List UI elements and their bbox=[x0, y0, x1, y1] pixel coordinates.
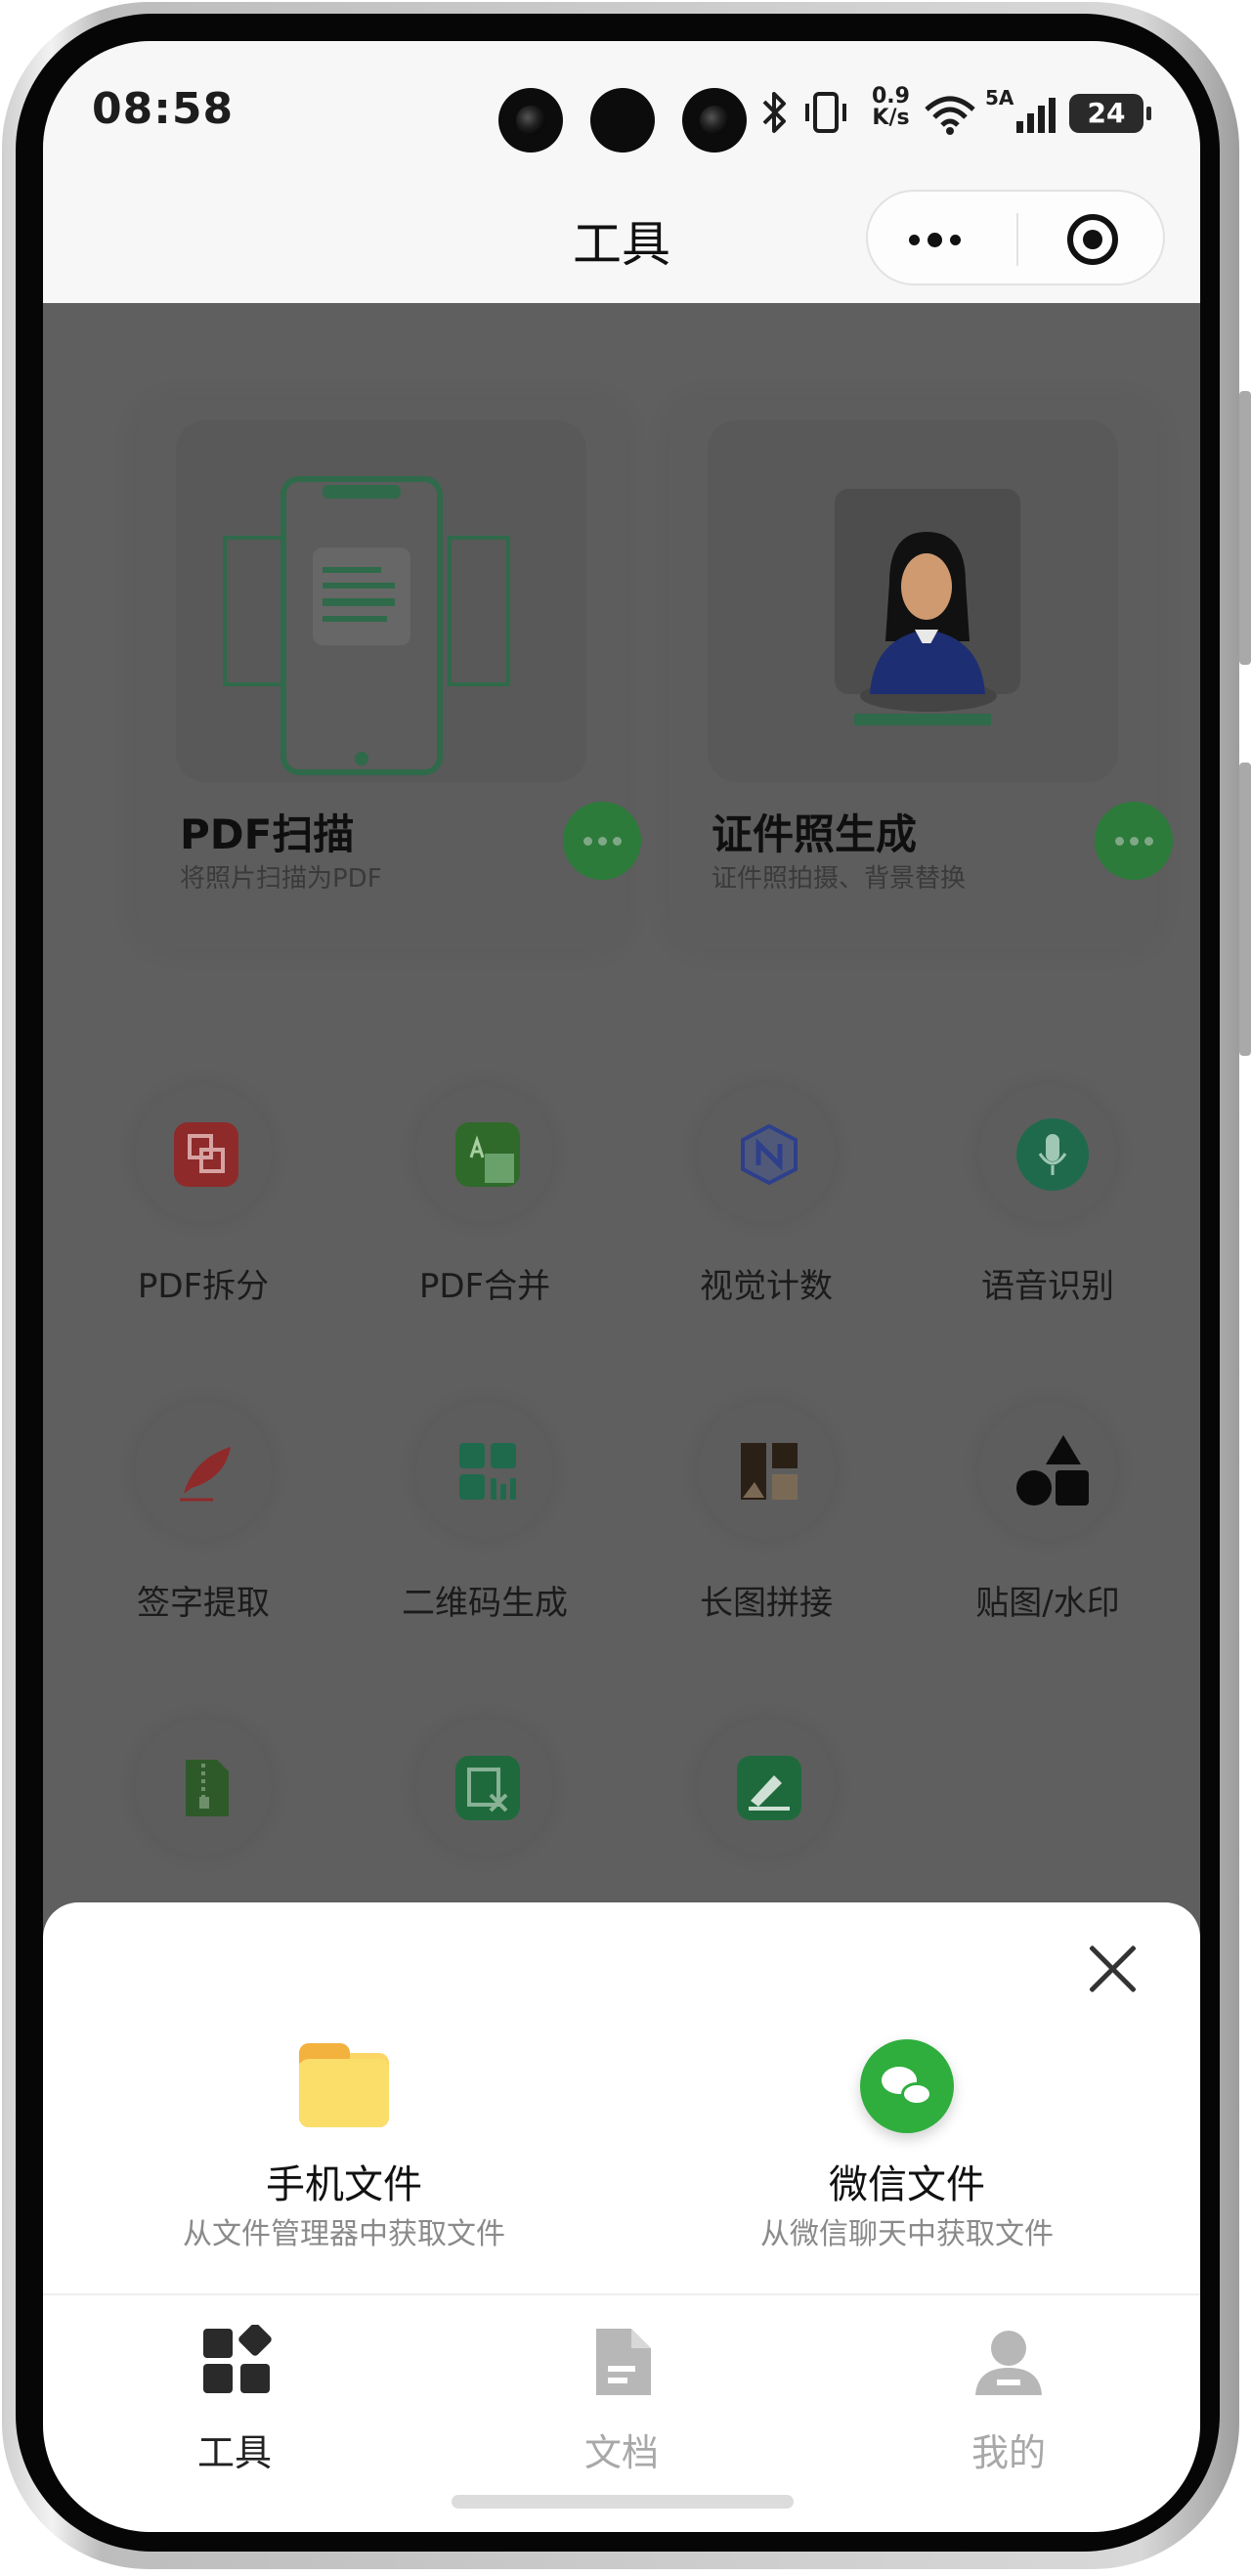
camera-icon bbox=[498, 88, 563, 153]
file-source-sheet: 手机文件 从文件管理器中获取文件 微信文件 从微信聊天中获取文件 bbox=[43, 1902, 1200, 2293]
source-subtitle: 从文件管理器中获取文件 bbox=[183, 2217, 505, 2251]
tab-label: 我的 bbox=[971, 2431, 1046, 2474]
status-time: 08:58 bbox=[92, 84, 235, 134]
tools-page: PDF扫描 将照片扫描为PDF 证件照生成 证件照拍摄、背景替换 PDF拆分 P… bbox=[43, 303, 1200, 1965]
tool-speech-recognition[interactable]: 语音识别 bbox=[919, 1085, 1153, 1320]
tool-sticker-watermark[interactable]: 贴图/水印 bbox=[919, 1402, 1153, 1637]
tab-documents[interactable]: 文档 bbox=[504, 2313, 739, 2474]
tab-label: 工具 bbox=[196, 2431, 272, 2474]
camera-icon bbox=[682, 88, 747, 153]
featured-subtitle: 证件照拍摄、背景替换 bbox=[712, 864, 967, 894]
featured-title: 证件照生成 bbox=[712, 810, 918, 858]
tool-signature-extract[interactable]: 签字提取 bbox=[74, 1402, 309, 1637]
zip-file-icon bbox=[174, 1756, 238, 1820]
qr-grid-icon bbox=[455, 1439, 520, 1504]
featured-card-id-photo[interactable]: 证件照生成 证件照拍摄、背景替换 bbox=[669, 401, 1173, 948]
wifi-icon bbox=[925, 96, 975, 135]
tab-tools[interactable]: 工具 bbox=[117, 2313, 352, 2474]
close-icon[interactable] bbox=[1083, 1940, 1142, 1998]
home-indicator[interactable] bbox=[452, 2495, 794, 2509]
tool-pdf-split[interactable]: PDF拆分 bbox=[74, 1085, 309, 1320]
volume-button bbox=[1239, 391, 1251, 665]
featured-subtitle: 将照片扫描为PDF bbox=[180, 864, 382, 894]
tools-grid-icon bbox=[203, 2325, 272, 2393]
more-button[interactable] bbox=[1095, 802, 1173, 880]
tool-long-image-stitch[interactable]: 长图拼接 bbox=[637, 1402, 872, 1637]
shapes-icon bbox=[1013, 1431, 1091, 1509]
pdf-merge-icon bbox=[455, 1122, 520, 1187]
tool-label: 贴图/水印 bbox=[975, 1584, 1120, 1623]
bluetooth-icon bbox=[762, 92, 786, 133]
battery-indicator: 24 bbox=[1069, 94, 1151, 133]
folder-icon bbox=[299, 2043, 389, 2127]
network-speed: 0.9 K/s bbox=[872, 86, 910, 129]
source-wechat-files[interactable]: 微信文件 从微信聊天中获取文件 bbox=[653, 2039, 1161, 2254]
power-button bbox=[1239, 763, 1251, 1056]
pdf-split-icon bbox=[174, 1122, 238, 1187]
source-title: 微信文件 bbox=[829, 2162, 985, 2207]
pdf-scan-illustration bbox=[176, 420, 586, 782]
close-miniprogram-icon[interactable] bbox=[1067, 214, 1118, 265]
source-phone-files[interactable]: 手机文件 从文件管理器中获取文件 bbox=[90, 2039, 598, 2254]
vision-count-icon bbox=[737, 1122, 801, 1187]
profile-icon bbox=[975, 2331, 1042, 2395]
tab-label: 文档 bbox=[583, 2431, 659, 2474]
tool-label: 二维码生成 bbox=[402, 1584, 568, 1623]
file-edit-icon bbox=[455, 1756, 520, 1820]
tool-label: 视觉计数 bbox=[700, 1267, 833, 1306]
document-icon bbox=[596, 2329, 651, 2395]
microphone-icon bbox=[1016, 1118, 1089, 1191]
nav-bar: 工具 bbox=[43, 168, 1200, 303]
tool-label: PDF拆分 bbox=[137, 1267, 270, 1306]
tab-profile[interactable]: 我的 bbox=[891, 2313, 1126, 2474]
tool-label: 长图拼接 bbox=[700, 1584, 833, 1623]
tool-label: 签字提取 bbox=[137, 1584, 270, 1623]
featured-title: PDF扫描 bbox=[180, 810, 355, 858]
wechat-icon bbox=[860, 2039, 954, 2133]
image-stitch-icon bbox=[737, 1439, 801, 1504]
camera-icon bbox=[590, 88, 655, 153]
tool-label: PDF合并 bbox=[418, 1267, 551, 1306]
tool-label: 语音识别 bbox=[981, 1267, 1114, 1306]
phone-screen: 08:58 0.9 K/s 5A 24 工具 PDF扫描 将照片扫描为PDF 证… bbox=[43, 41, 1200, 2532]
feather-pen-icon bbox=[174, 1439, 238, 1504]
miniprogram-capsule bbox=[866, 190, 1165, 285]
network-speed-unit: K/s bbox=[872, 106, 910, 130]
status-bar: 08:58 0.9 K/s 5A 24 bbox=[43, 41, 1200, 168]
more-button[interactable] bbox=[563, 802, 641, 880]
id-photo-icon bbox=[835, 489, 1020, 725]
sign-pad-icon bbox=[737, 1756, 801, 1820]
tool-vision-count[interactable]: 视觉计数 bbox=[637, 1085, 872, 1320]
featured-card-pdf-scan[interactable]: PDF扫描 将照片扫描为PDF bbox=[137, 401, 641, 948]
network-speed-value: 0.9 bbox=[872, 84, 910, 109]
tool-pdf-merge[interactable]: PDF合并 bbox=[356, 1085, 590, 1320]
cellular-signal-icon bbox=[1016, 98, 1056, 133]
phone-scan-icon bbox=[223, 476, 510, 775]
vibrate-icon bbox=[805, 92, 846, 133]
source-title: 手机文件 bbox=[266, 2162, 422, 2207]
id-photo-illustration bbox=[708, 420, 1118, 782]
capsule-divider bbox=[1016, 213, 1018, 266]
source-subtitle: 从微信聊天中获取文件 bbox=[760, 2217, 1054, 2251]
tool-qr-generate[interactable]: 二维码生成 bbox=[356, 1402, 590, 1637]
more-menu-icon[interactable] bbox=[909, 233, 961, 247]
